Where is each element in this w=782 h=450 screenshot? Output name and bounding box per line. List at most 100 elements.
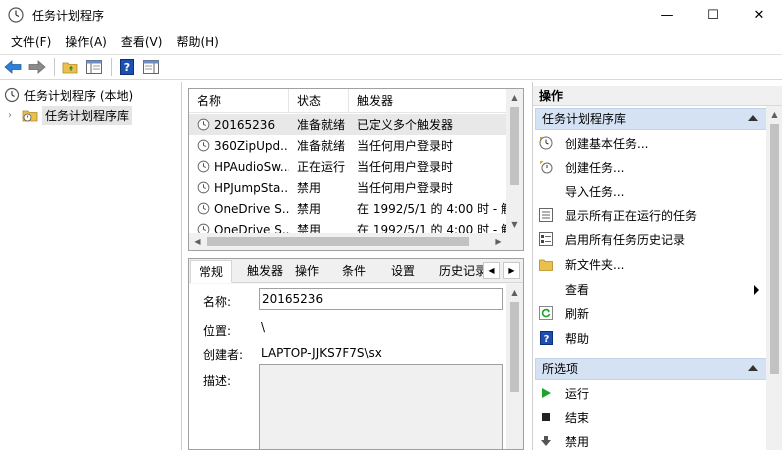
task-clock-icon bbox=[197, 118, 210, 131]
task-clock-icon bbox=[197, 160, 210, 173]
up-folder-button[interactable] bbox=[59, 57, 81, 77]
maximize-button[interactable]: ☐ bbox=[690, 0, 736, 30]
history-icon bbox=[539, 232, 553, 246]
table-row[interactable]: 360ZipUpd... 准备就绪 当任何用户登录时 bbox=[189, 135, 507, 156]
scrollbar-thumb[interactable] bbox=[510, 302, 519, 392]
name-field[interactable]: 20165236 bbox=[259, 288, 503, 310]
name-value: 20165236 bbox=[262, 292, 324, 306]
tab-settings[interactable]: 设置 bbox=[383, 260, 423, 283]
tab-general[interactable]: 常规 bbox=[190, 260, 233, 283]
tab-conditions[interactable]: 条件 bbox=[334, 260, 374, 283]
action-refresh[interactable]: 刷新 bbox=[539, 302, 765, 324]
scroll-right-icon[interactable]: ▶ bbox=[490, 233, 507, 250]
action-end[interactable]: 结束 bbox=[539, 406, 765, 428]
forward-arrow-icon bbox=[28, 60, 46, 74]
action-help[interactable]: ? 帮助 bbox=[539, 327, 765, 349]
show-hide-action-pane-button[interactable] bbox=[140, 57, 162, 77]
action-import-task[interactable]: 导入任务... bbox=[539, 180, 765, 202]
action-label: 查看 bbox=[565, 282, 590, 297]
action-disable[interactable]: 禁用 bbox=[539, 430, 765, 450]
submenu-arrow-icon bbox=[754, 285, 759, 295]
show-hide-tree-button[interactable] bbox=[83, 57, 105, 77]
tab-actions[interactable]: 操作 bbox=[287, 260, 327, 283]
location-label: 位置: bbox=[203, 324, 232, 338]
tab-history[interactable]: 历史记录 bbox=[431, 260, 485, 283]
task-list-vertical-scrollbar[interactable]: ▲ ▼ bbox=[506, 89, 523, 233]
tab-scroll-left-button[interactable]: ◀ bbox=[483, 262, 500, 279]
close-button[interactable]: ✕ bbox=[736, 0, 782, 30]
minimize-button[interactable]: — bbox=[644, 0, 690, 30]
scrollbar-thumb[interactable] bbox=[207, 237, 469, 246]
actions-vertical-scrollbar[interactable]: ▲ bbox=[766, 106, 782, 450]
close-icon: ✕ bbox=[753, 7, 765, 23]
scrollbar-thumb[interactable] bbox=[770, 124, 779, 374]
tree-item-task-scheduler-library[interactable]: › 任务计划程序库 bbox=[8, 105, 133, 125]
svg-text:?: ? bbox=[543, 334, 549, 345]
show-hide-action-pane-icon bbox=[143, 60, 159, 74]
table-row[interactable]: OneDrive S... 禁用 在 1992/5/1 的 4:00 时 - 触 bbox=[189, 198, 507, 219]
action-create-basic-task[interactable]: 创建基本任务... bbox=[539, 132, 765, 154]
tab-triggers[interactable]: 触发器 bbox=[239, 260, 291, 283]
chevron-right-icon[interactable]: › bbox=[8, 110, 18, 121]
general-tab-content: 名称: 20165236 位置: \ 创建者: LAPTOP-JJKS7F7S\… bbox=[189, 284, 507, 449]
column-header-name[interactable]: 名称 bbox=[189, 89, 289, 113]
task-clock-icon bbox=[197, 202, 210, 215]
description-field[interactable] bbox=[259, 364, 503, 449]
folder-clock-icon bbox=[22, 110, 38, 122]
column-header-trigger[interactable]: 触发器 bbox=[349, 89, 507, 113]
tab-scroll-right-button[interactable]: ▶ bbox=[503, 262, 520, 279]
scroll-up-icon[interactable]: ▲ bbox=[766, 106, 782, 123]
menu-file[interactable]: 文件(F) bbox=[4, 32, 58, 52]
table-row[interactable]: HPAudioSw... 正在运行 当任何用户登录时 bbox=[189, 156, 507, 177]
task-scheduler-app-icon bbox=[8, 7, 24, 23]
section-header-task-library[interactable]: 任务计划程序库 bbox=[535, 108, 767, 130]
action-label: 创建任务... bbox=[565, 160, 625, 175]
task-name: 360ZipUpd... bbox=[214, 138, 289, 153]
clock-icon bbox=[4, 87, 20, 103]
task-clock-icon bbox=[197, 181, 210, 194]
tree-item-task-scheduler-local[interactable]: 任务计划程序 (本地) bbox=[4, 85, 133, 105]
collapse-caret-icon[interactable] bbox=[748, 365, 758, 371]
toolbar: ? bbox=[0, 54, 782, 80]
scroll-down-icon[interactable]: ▼ bbox=[506, 216, 523, 233]
task-status: 禁用 bbox=[297, 181, 322, 195]
task-list-horizontal-scrollbar[interactable]: ◀ ▶ bbox=[189, 233, 507, 250]
column-header-status[interactable]: 状态 bbox=[289, 89, 349, 113]
help-button[interactable]: ? bbox=[116, 57, 138, 77]
scrollbar-thumb[interactable] bbox=[510, 107, 519, 185]
action-show-running-tasks[interactable]: 显示所有正在运行的任务 bbox=[539, 204, 765, 226]
location-value: \ bbox=[261, 320, 266, 334]
refresh-icon bbox=[539, 306, 553, 320]
actions-pane: 操作 任务计划程序库 创建基本任务... 创建任务... 导入任务... 显示所… bbox=[532, 82, 782, 450]
menu-view[interactable]: 查看(V) bbox=[114, 32, 170, 52]
tree-child-label: 任务计划程序库 bbox=[42, 105, 133, 125]
up-folder-icon bbox=[62, 62, 78, 74]
forward-button[interactable] bbox=[26, 57, 48, 77]
collapse-caret-icon[interactable] bbox=[748, 115, 758, 121]
menu-action[interactable]: 操作(A) bbox=[58, 32, 114, 52]
table-row[interactable]: 20165236 准备就绪 已定义多个触发器 bbox=[189, 114, 507, 135]
action-create-task[interactable]: 创建任务... bbox=[539, 156, 765, 178]
task-status: 准备就绪 bbox=[297, 139, 346, 153]
scroll-up-icon[interactable]: ▲ bbox=[506, 284, 523, 301]
task-trigger: 当任何用户登录时 bbox=[357, 139, 454, 153]
name-label: 名称: bbox=[203, 295, 232, 309]
action-label: 刷新 bbox=[565, 306, 590, 321]
action-new-folder[interactable]: 新文件夹... bbox=[539, 253, 765, 275]
center-pane: 名称 状态 触发器 20165236 准备就绪 已定义多个触发器 360ZipU… bbox=[188, 88, 524, 450]
task-name: HPAudioSw... bbox=[214, 159, 289, 174]
toolbar-separator bbox=[54, 58, 55, 76]
toolbar-separator bbox=[111, 58, 112, 76]
detail-vertical-scrollbar[interactable]: ▲ bbox=[506, 284, 523, 449]
action-enable-history[interactable]: 启用所有任务历史记录 bbox=[539, 228, 765, 250]
action-view[interactable]: 查看 bbox=[539, 278, 765, 300]
task-status: 禁用 bbox=[297, 202, 322, 216]
actions-pane-title: 操作 bbox=[533, 86, 782, 106]
menu-help[interactable]: 帮助(H) bbox=[169, 32, 225, 52]
scroll-up-icon[interactable]: ▲ bbox=[506, 89, 523, 106]
action-run[interactable]: 运行 bbox=[539, 382, 765, 404]
scroll-left-icon[interactable]: ◀ bbox=[189, 233, 206, 250]
section-header-selected-item[interactable]: 所选项 bbox=[535, 358, 767, 380]
table-row[interactable]: HPJumpSta... 禁用 当任何用户登录时 bbox=[189, 177, 507, 198]
back-button[interactable] bbox=[2, 57, 24, 77]
